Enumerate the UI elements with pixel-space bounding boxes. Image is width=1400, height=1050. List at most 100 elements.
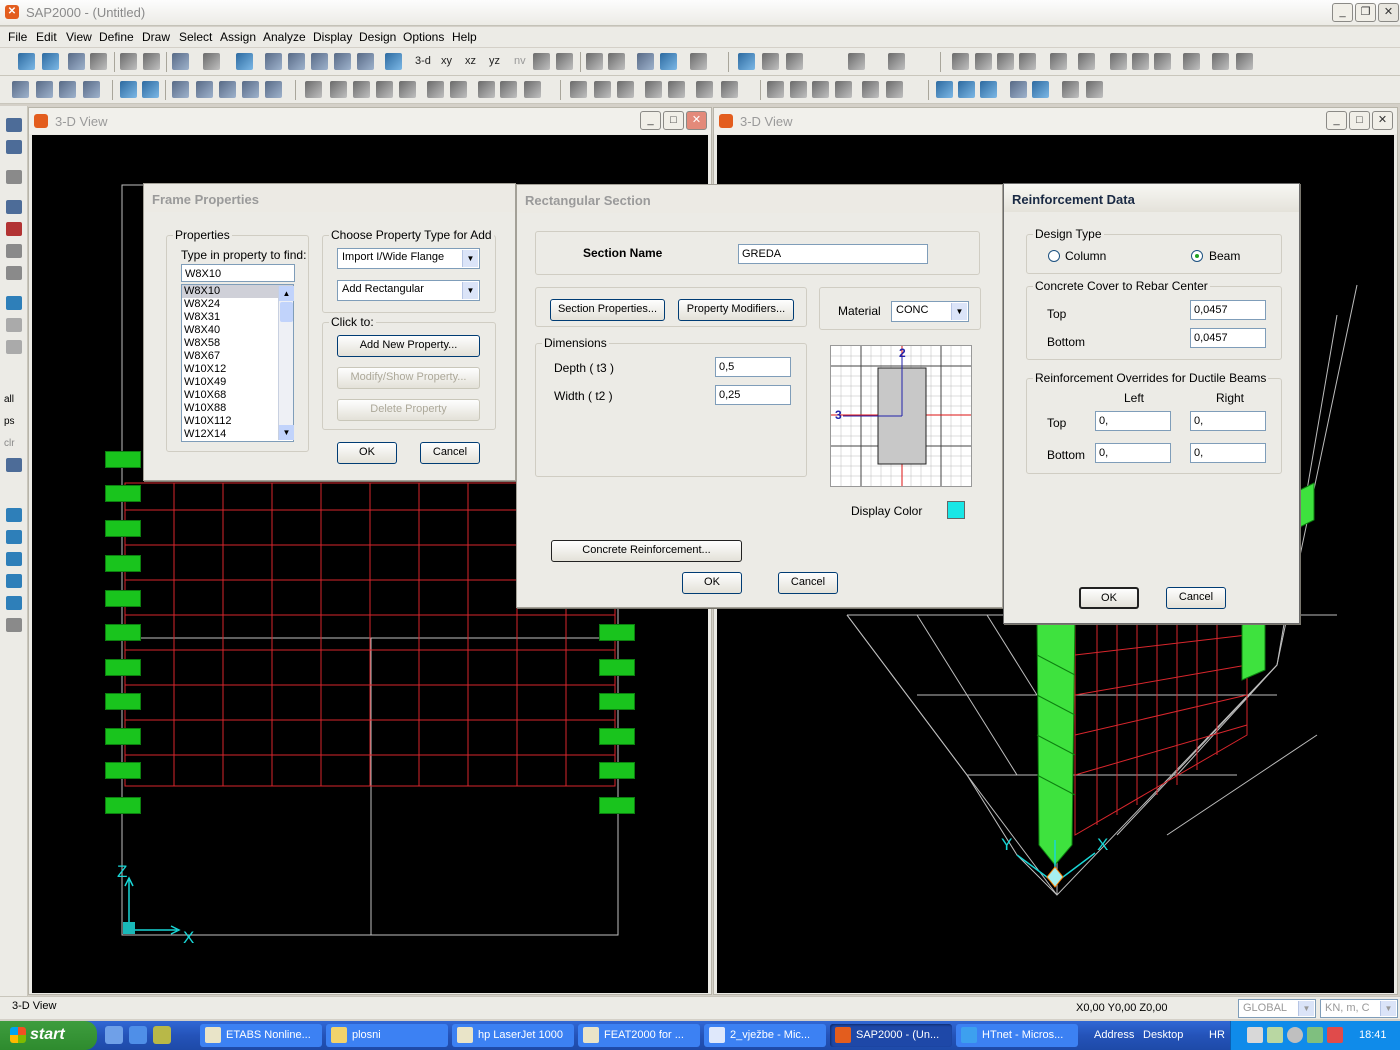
joint-icon[interactable] xyxy=(1154,53,1171,70)
tool-icon-29[interactable] xyxy=(1062,81,1079,98)
tool-icon-22[interactable] xyxy=(862,81,879,98)
draw-rect-icon[interactable] xyxy=(6,266,22,280)
reshape-icon[interactable] xyxy=(6,140,22,154)
cancel-button[interactable]: Cancel xyxy=(1166,587,1226,609)
menu-display[interactable]: Display xyxy=(313,30,352,44)
ok-button[interactable]: OK xyxy=(337,442,397,464)
tool-icon-11[interactable] xyxy=(570,81,587,98)
pan-icon[interactable] xyxy=(357,53,374,70)
redo-icon[interactable] xyxy=(143,53,160,70)
view-nv-button[interactable]: nv xyxy=(514,55,526,67)
options-icon[interactable] xyxy=(1212,53,1229,70)
left-window-close[interactable]: ✕ xyxy=(686,111,707,130)
new-file-icon[interactable] xyxy=(18,53,35,70)
undo-icon[interactable] xyxy=(120,53,137,70)
tool-icon-19[interactable] xyxy=(790,81,807,98)
refresh-view-icon[interactable] xyxy=(385,53,402,70)
language-indicator[interactable]: HR xyxy=(1209,1029,1225,1041)
show-grid-icon[interactable] xyxy=(637,53,654,70)
menu-file[interactable]: File xyxy=(8,30,27,44)
shell-icon[interactable] xyxy=(888,53,905,70)
material-select[interactable]: CONC ▼ xyxy=(891,301,969,322)
list-scrollbar[interactable]: ▲ ▼ xyxy=(278,286,294,440)
scroll-down-icon[interactable]: ▼ xyxy=(279,425,294,440)
property-modifiers-button[interactable]: Property Modifiers... xyxy=(678,299,794,321)
tool-icon-16[interactable] xyxy=(696,81,713,98)
address-toolbar[interactable]: Address xyxy=(1094,1029,1134,1041)
tray-icon[interactable] xyxy=(1327,1027,1343,1043)
task-sap2000[interactable]: SAP2000 - (Un... xyxy=(830,1024,952,1047)
draw-cross-icon[interactable] xyxy=(6,244,22,258)
tool-icon-4[interactable] xyxy=(376,81,393,98)
menu-define[interactable]: Define xyxy=(99,30,134,44)
menu-design[interactable]: Design xyxy=(359,30,396,44)
override-top-left-input[interactable]: 0, xyxy=(1095,411,1171,431)
zoom-in-icon[interactable] xyxy=(311,53,328,70)
menu-options[interactable]: Options xyxy=(403,30,444,44)
task-browser[interactable]: HTnet - Micros... xyxy=(956,1024,1078,1047)
draw-poly-icon[interactable] xyxy=(6,296,22,310)
desktop-toolbar[interactable]: Desktop xyxy=(1143,1029,1183,1041)
table-icon[interactable] xyxy=(1183,53,1200,70)
zoom-restore-icon[interactable] xyxy=(334,53,351,70)
select-all-button[interactable]: all xyxy=(4,394,14,405)
perspective-icon[interactable] xyxy=(556,53,573,70)
snap-intersect-icon[interactable] xyxy=(6,552,22,566)
help-query2-icon[interactable] xyxy=(142,81,159,98)
tool-icon-10[interactable] xyxy=(524,81,541,98)
depth-input[interactable]: 0,5 xyxy=(715,357,791,377)
tool-icon-20[interactable] xyxy=(812,81,829,98)
tray-icon[interactable] xyxy=(1247,1027,1263,1043)
list-item[interactable]: W10X49 xyxy=(182,376,293,389)
coord-system-select[interactable]: GLOBAL ▼ xyxy=(1238,999,1316,1018)
concrete-reinforcement-button[interactable]: Concrete Reinforcement... xyxy=(551,540,742,562)
tool-icon-25[interactable] xyxy=(958,81,975,98)
snap-point-icon[interactable] xyxy=(6,508,22,522)
tool-icon-8[interactable] xyxy=(478,81,495,98)
draw-frame-icon[interactable] xyxy=(6,200,22,214)
right-window-maximize[interactable]: □ xyxy=(1349,111,1370,130)
up-arrow-icon[interactable] xyxy=(586,53,603,70)
run-analysis-icon[interactable] xyxy=(236,53,253,70)
view-xy-button[interactable]: xy xyxy=(441,55,452,67)
structure-icon[interactable] xyxy=(786,53,803,70)
width-input[interactable]: 0,25 xyxy=(715,385,791,405)
left-window-minimize[interactable]: _ xyxy=(640,111,661,130)
ie-icon[interactable] xyxy=(129,1026,147,1044)
task-etabs[interactable]: ETABS Nonline... xyxy=(200,1024,322,1047)
select-mode-icon[interactable] xyxy=(83,81,100,98)
pencil-icon[interactable] xyxy=(172,53,189,70)
menu-assign[interactable]: Assign xyxy=(220,30,256,44)
quicklaunch-icon[interactable] xyxy=(105,1026,123,1044)
left-window-maximize[interactable]: □ xyxy=(663,111,684,130)
right-window-close[interactable]: ✕ xyxy=(1372,111,1393,130)
copy-icon[interactable] xyxy=(975,53,992,70)
restore-button[interactable]: ❐ xyxy=(1355,3,1376,22)
add-type-select[interactable]: Add Rectangular ▼ xyxy=(337,280,480,301)
menu-edit[interactable]: Edit xyxy=(36,30,57,44)
ok-button[interactable]: OK xyxy=(682,572,742,594)
menu-view[interactable]: View xyxy=(66,30,92,44)
task-plosni[interactable]: plosni xyxy=(326,1024,448,1047)
load-icon[interactable] xyxy=(172,81,189,98)
previous-select-button[interactable]: ps xyxy=(4,416,15,427)
override-top-right-input[interactable]: 0, xyxy=(1190,411,1266,431)
find-property-input[interactable]: W8X10 xyxy=(181,264,295,282)
tool-icon-15[interactable] xyxy=(668,81,685,98)
tool-icon-3[interactable] xyxy=(353,81,370,98)
tool-icon-13[interactable] xyxy=(617,81,634,98)
menu-select[interactable]: Select xyxy=(179,30,212,44)
override-bottom-right-input[interactable]: 0, xyxy=(1190,443,1266,463)
list-item[interactable]: W8X24 xyxy=(182,298,293,311)
override-bottom-left-input[interactable]: 0, xyxy=(1095,443,1171,463)
list-item[interactable]: W8X58 xyxy=(182,337,293,350)
save-icon[interactable] xyxy=(68,53,85,70)
help-query-icon[interactable] xyxy=(120,81,137,98)
grid-lines-icon[interactable] xyxy=(12,81,29,98)
tool-icon-26[interactable] xyxy=(980,81,997,98)
draw-line-icon[interactable] xyxy=(6,222,22,236)
section-properties-button[interactable]: Section Properties... xyxy=(550,299,665,321)
layers-icon[interactable] xyxy=(59,81,76,98)
tool-icon-17[interactable] xyxy=(721,81,738,98)
scroll-up-icon[interactable]: ▲ xyxy=(279,286,294,301)
